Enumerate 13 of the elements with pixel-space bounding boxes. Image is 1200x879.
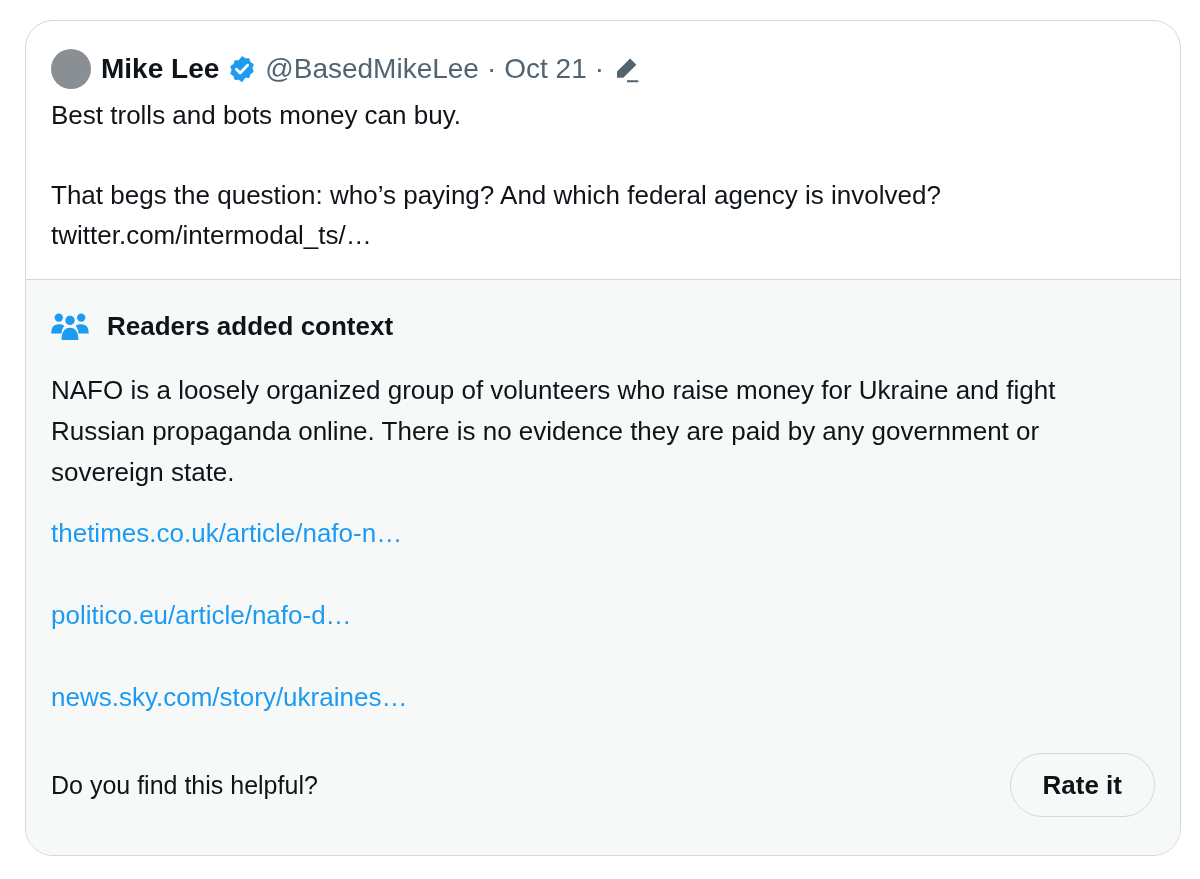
separator-dot: · <box>486 53 497 85</box>
note-title: Readers added context <box>107 310 394 342</box>
author-name[interactable]: Mike Lee <box>101 53 220 85</box>
tweet-text: Best trolls and bots money can buy. That begs the question: who’s paying? And which federal agency is involved? <box>51 99 942 212</box>
separator-dot: · <box>594 53 605 85</box>
rate-it-button[interactable]: Rate it <box>1009 753 1155 817</box>
note-text: NAFO is a loosely organized group of volunteers who raise money for Ukraine and fight Russian propaganda online. There is no evidence they are paid by any government or sovereign state. <box>51 374 1057 489</box>
tweet-link[interactable]: twitter.com/intermodal_ts/… <box>51 215 372 255</box>
helpful-question: Do you find this helpful? <box>51 770 318 800</box>
avatar[interactable] <box>51 49 91 89</box>
author-handle[interactable]: @BasedMikeLee <box>265 53 479 85</box>
post-date[interactable]: Oct 21 <box>504 53 587 85</box>
people-icon <box>51 312 89 340</box>
